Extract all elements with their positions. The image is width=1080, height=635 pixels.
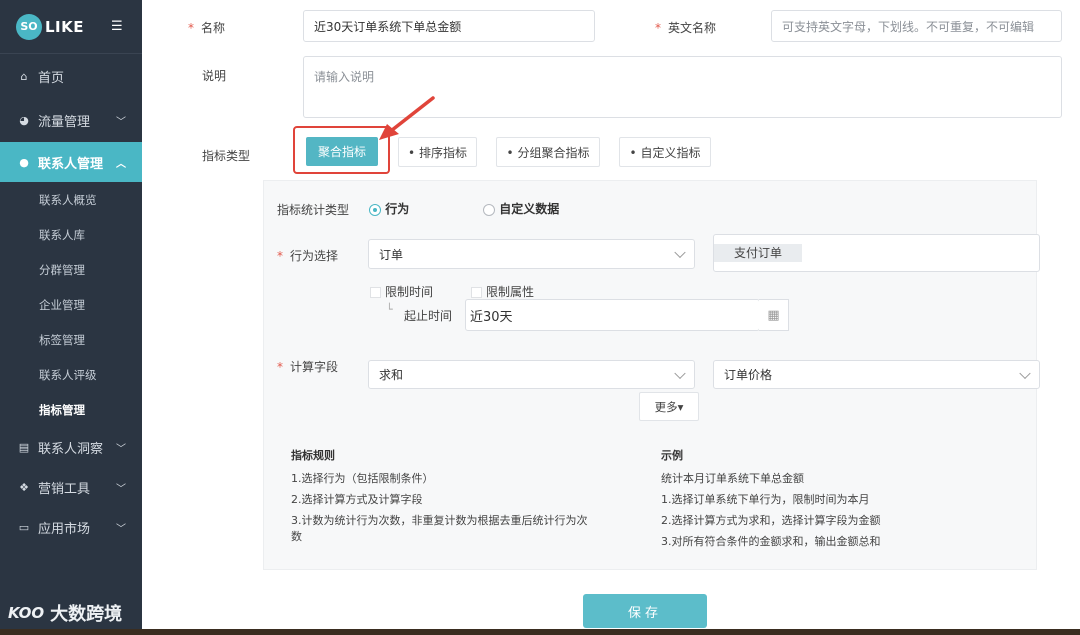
limit-time-checkbox[interactable]: 限制时间 [370, 283, 433, 300]
sidebar: SO LIKE ☰ ⌂ 首页 ◕ 流量管理 ﹀ ● 联系人管理 ︿ 联系人概览 … [0, 0, 142, 635]
radio-off-icon [483, 203, 495, 216]
nav-item-contacts[interactable]: ● 联系人管理 ︿ [0, 142, 142, 182]
chevron-up-icon: ︿ [116, 158, 126, 170]
main-content: * 名称 近30天订单系统下单总金额 * 英文名称 可支持英文字母，下划线。不可重复… [160, 0, 1080, 635]
watermark-text: 大数跨境 [50, 604, 123, 625]
nav-item-traffic[interactable]: ◕ 流量管理 ﹀ [0, 100, 142, 140]
nav-item-appstore[interactable]: ▭ 应用市场 ﹀ [0, 507, 142, 547]
save-button[interactable]: 保存 [583, 594, 707, 628]
nav-label: 营销工具 [38, 481, 91, 497]
type-group-aggregate-button[interactable]: • 分组聚合指标 [496, 137, 600, 167]
behavior-label: * 行为选择 [277, 249, 339, 263]
rule-line: 3.计数为统计行为次数，非重复计数为根据去重后统计行为次 [291, 514, 588, 527]
range-input[interactable]: 近30天 [465, 299, 760, 331]
rule-line: 2.选择计算方式及计算字段 [291, 493, 423, 506]
example-line: 2.选择计算方式为求和，选择计算字段为金额 [661, 514, 881, 527]
cubes-icon: ❖ [19, 480, 29, 494]
calc-method-select[interactable]: 求和 [368, 360, 695, 389]
rule-line: 数 [291, 530, 302, 543]
chevron-down-icon [1019, 367, 1031, 379]
chevron-down-icon: ﹀ [116, 116, 126, 128]
chevron-down-icon [674, 367, 686, 379]
behavior-tag[interactable]: 支付订单 [714, 244, 803, 262]
sub-item-rating[interactable]: 联系人评级 [0, 357, 142, 392]
menu-toggle-icon[interactable]: ☰ [111, 19, 123, 34]
nav-label: 联系人洞察 [38, 441, 104, 457]
nav-item-marketing[interactable]: ❖ 营销工具 ﹀ [0, 467, 142, 507]
chevron-down-icon: ﹀ [116, 443, 126, 455]
example-line: 3.对所有符合条件的金额求和，输出金额总和 [661, 535, 881, 548]
calendar-icon[interactable]: ▦ [759, 299, 789, 331]
sub-item-tags[interactable]: 标签管理 [0, 322, 142, 357]
calc-field-select[interactable]: 订单价格 [713, 360, 1040, 389]
nav-label: 首页 [38, 70, 65, 86]
sub-item-segments[interactable]: 分群管理 [0, 252, 142, 287]
example-list: 统计本月订单系统下单总金额 1.选择订单系统下单行为，限制时间为本月 2.选择计… [661, 471, 1021, 550]
cart-icon: ▭ [18, 520, 30, 534]
rule-line: 1.选择行为（包括限制条件） [291, 472, 434, 485]
radio-custom[interactable]: 自定义数据 [483, 200, 559, 217]
logo-mark: SO [16, 13, 42, 40]
nav-item-insight[interactable]: ▤ 联系人洞察 ﹀ [0, 427, 142, 467]
id-card-icon: ▤ [18, 440, 30, 454]
watermark: KOO 大数跨境 [8, 600, 122, 626]
config-panel: 指标统计类型 行为 自定义数据 * 行为选择 订单 支付订单 限制时间 限制属性 … [263, 180, 1040, 570]
stat-type-label: 指标统计类型 [277, 203, 350, 217]
limit-attr-checkbox[interactable]: 限制属性 [471, 283, 534, 300]
calc-label: * 计算字段 [277, 360, 339, 374]
example-line: 统计本月订单系统下单总金额 [661, 472, 804, 485]
sub-item-overview[interactable]: 联系人概览 [0, 182, 142, 217]
radio-on-icon [369, 203, 381, 216]
watermark-logo: KOO [8, 604, 45, 622]
tree-connector: └ [386, 303, 393, 316]
sub-item-library[interactable]: 联系人库 [0, 217, 142, 252]
sub-item-metrics[interactable]: 指标管理 [0, 392, 142, 427]
en-name-input[interactable]: 可支持英文字母，下划线。不可重复，不可编辑 [771, 10, 1062, 42]
more-button[interactable]: 更多▾ [639, 392, 699, 421]
rules-title: 指标规则 [291, 449, 335, 462]
nav-label: 应用市场 [38, 521, 91, 537]
logo-text: LIKE [45, 17, 85, 36]
users-icon: ● [19, 155, 29, 169]
sub-item-companies[interactable]: 企业管理 [0, 287, 142, 322]
name-label: * 名称 [188, 21, 226, 35]
example-title: 示例 [661, 449, 683, 462]
desc-label: 说明 [202, 69, 227, 83]
home-icon: ⌂ [20, 69, 28, 83]
example-line: 1.选择订单系统下单行为，限制时间为本月 [661, 493, 870, 506]
chevron-down-icon [674, 246, 686, 259]
type-aggregate-button[interactable]: 聚合指标 [306, 137, 378, 166]
annotation-arrow-icon [379, 96, 435, 140]
nav-label: 联系人管理 [38, 156, 104, 172]
nav-item-home[interactable]: ⌂ 首页 [0, 56, 142, 96]
nav-label: 流量管理 [38, 114, 91, 130]
en-name-label: * 英文名称 [655, 21, 717, 35]
type-custom-button[interactable]: • 自定义指标 [619, 137, 711, 167]
range-label: 起止时间 [404, 309, 453, 323]
type-label: 指标类型 [202, 149, 251, 163]
name-input[interactable]: 近30天订单系统下单总金额 [303, 10, 595, 42]
pie-chart-icon: ◕ [19, 113, 29, 127]
radio-behavior[interactable]: 行为 [369, 200, 409, 217]
rules-list: 1.选择行为（包括限制条件） 2.选择计算方式及计算字段 3.计数为统计行为次数… [291, 471, 611, 545]
behavior-select[interactable]: 订单 [368, 239, 695, 269]
chevron-down-icon: ﹀ [116, 523, 126, 535]
chevron-down-icon: ﹀ [116, 483, 126, 495]
bottom-bar [0, 629, 1080, 635]
